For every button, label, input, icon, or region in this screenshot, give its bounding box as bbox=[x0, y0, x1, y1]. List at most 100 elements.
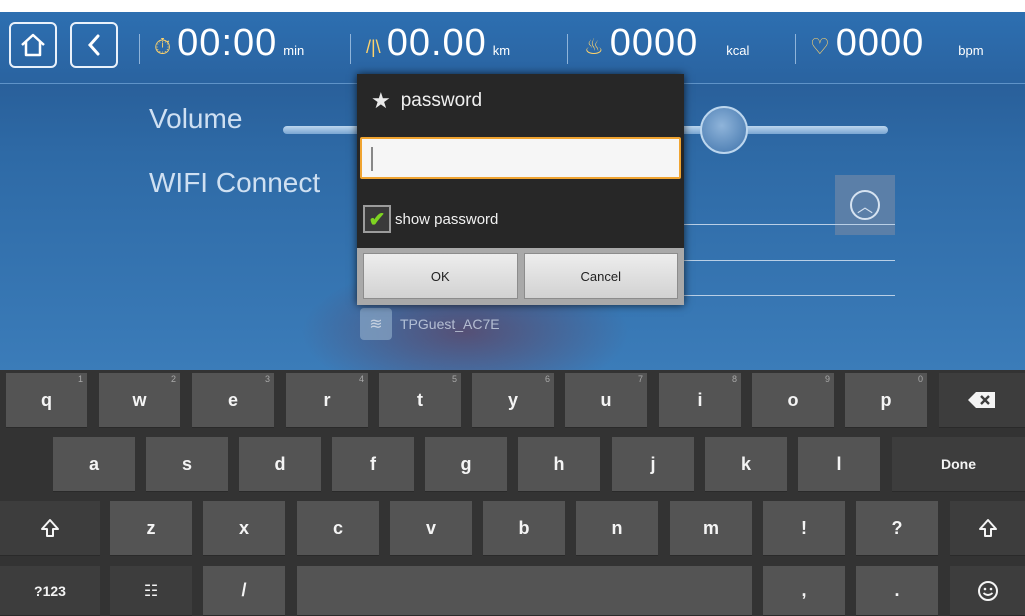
keyboard-settings-key[interactable]: ☷ bbox=[110, 566, 192, 616]
key-n[interactable]: n bbox=[576, 501, 658, 556]
calories-stat: ♨ 0000 kcal bbox=[584, 22, 749, 72]
key-d[interactable]: d bbox=[239, 437, 321, 492]
dialog-button-bar: OK Cancel bbox=[357, 248, 684, 305]
password-input[interactable] bbox=[360, 137, 681, 179]
distance-unit: km bbox=[492, 43, 511, 58]
key-b[interactable]: b bbox=[483, 501, 565, 556]
dialog-title-text: password bbox=[400, 90, 483, 111]
key-z[interactable]: z bbox=[110, 501, 192, 556]
key-hint: 9 bbox=[824, 374, 830, 384]
key-u[interactable]: u7 bbox=[565, 373, 647, 428]
key-comma[interactable]: , bbox=[763, 566, 845, 616]
key-y[interactable]: y6 bbox=[472, 373, 554, 428]
back-button[interactable] bbox=[70, 22, 118, 68]
key-v[interactable]: v bbox=[390, 501, 472, 556]
key-hint: 0 bbox=[917, 374, 923, 384]
emoji-icon bbox=[977, 580, 998, 601]
key-period[interactable]: . bbox=[856, 566, 938, 616]
key-w[interactable]: w2 bbox=[99, 373, 180, 428]
wifi-collapse-button[interactable]: ︿ bbox=[835, 175, 895, 235]
road-icon: /|\ bbox=[366, 36, 381, 57]
flame-icon: ♨ bbox=[584, 34, 604, 59]
key-o[interactable]: o9 bbox=[752, 373, 834, 428]
key-m[interactable]: m bbox=[670, 501, 752, 556]
key-k[interactable]: k bbox=[705, 437, 787, 492]
key-question[interactable]: ? bbox=[856, 501, 938, 556]
key-hint: 7 bbox=[637, 374, 643, 384]
key-hint: 8 bbox=[731, 374, 737, 384]
key-hint: 1 bbox=[77, 374, 83, 384]
time-value: 00:00 bbox=[177, 22, 278, 64]
space-key[interactable] bbox=[297, 566, 752, 616]
distance-stat: /|\ 00.00 km bbox=[366, 22, 510, 72]
divider bbox=[683, 224, 895, 225]
shift-right-key[interactable] bbox=[950, 501, 1025, 556]
home-icon bbox=[21, 33, 45, 57]
key-r[interactable]: r4 bbox=[286, 373, 368, 428]
key-label: r bbox=[323, 389, 331, 410]
key-j[interactable]: j bbox=[612, 437, 694, 492]
key-f[interactable]: f bbox=[332, 437, 414, 492]
time-stat: ⏱ 00:00 min bbox=[154, 22, 304, 72]
key-s[interactable]: s bbox=[146, 437, 228, 492]
calories-value: 0000 bbox=[609, 22, 699, 64]
volume-label: Volume bbox=[149, 103, 243, 134]
emoji-key[interactable] bbox=[950, 566, 1025, 616]
key-exclamation[interactable]: ! bbox=[763, 501, 845, 556]
on-screen-keyboard: q1 w2 e3 r4 t5 y6 u7 i8 o9 p0 a s d f g … bbox=[0, 370, 1025, 616]
symbols-key[interactable]: ?123 bbox=[0, 566, 100, 616]
heart-rate-stat: ♡ 0000 bpm bbox=[810, 22, 984, 72]
divider bbox=[139, 34, 140, 64]
key-label: o bbox=[787, 389, 799, 410]
key-l[interactable]: l bbox=[798, 437, 880, 492]
time-unit: min bbox=[283, 43, 305, 58]
divider bbox=[683, 260, 895, 261]
key-hint: 4 bbox=[358, 374, 364, 384]
cancel-button[interactable]: Cancel bbox=[523, 253, 678, 299]
key-i[interactable]: i8 bbox=[659, 373, 741, 428]
key-q[interactable]: q1 bbox=[6, 373, 87, 428]
key-e[interactable]: e3 bbox=[192, 373, 274, 428]
heart-rate-value: 0000 bbox=[835, 22, 925, 64]
shift-left-key[interactable] bbox=[0, 501, 100, 556]
key-c[interactable]: c bbox=[297, 501, 379, 556]
key-h[interactable]: h bbox=[518, 437, 600, 492]
backspace-icon bbox=[968, 392, 995, 408]
wifi-network-name: TPGuest_AC7E bbox=[400, 316, 500, 332]
wifi-network-item[interactable]: ≋ TPGuest_AC7E bbox=[360, 308, 500, 340]
key-x[interactable]: x bbox=[203, 501, 285, 556]
star-icon: ★ bbox=[371, 88, 391, 113]
key-label: t bbox=[417, 389, 423, 410]
key-label: p bbox=[880, 389, 892, 410]
key-label: w bbox=[132, 389, 147, 410]
password-dialog: ★ password ✔ show password OK Cancel bbox=[357, 74, 684, 305]
show-password-label: show password bbox=[395, 210, 499, 228]
key-g[interactable]: g bbox=[425, 437, 507, 492]
wifi-connect-label: WIFI Connect bbox=[149, 167, 321, 198]
key-hint: 3 bbox=[264, 374, 270, 384]
key-p[interactable]: p0 bbox=[845, 373, 927, 428]
done-key[interactable]: Done bbox=[892, 437, 1025, 492]
divider bbox=[795, 34, 796, 64]
key-a[interactable]: a bbox=[53, 437, 135, 492]
heart-rate-unit: bpm bbox=[958, 43, 984, 58]
divider bbox=[567, 34, 568, 64]
ok-button[interactable]: OK bbox=[363, 253, 518, 299]
key-hint: 2 bbox=[170, 374, 176, 384]
key-t[interactable]: t5 bbox=[379, 373, 461, 428]
heart-rate-icon: ♡ bbox=[810, 34, 830, 59]
shift-icon bbox=[41, 519, 59, 537]
checkmark-icon: ✔ bbox=[363, 205, 391, 233]
volume-slider-thumb[interactable] bbox=[700, 106, 748, 154]
distance-value: 00.00 bbox=[386, 22, 487, 64]
shift-icon bbox=[978, 519, 997, 537]
home-button[interactable] bbox=[9, 22, 57, 68]
back-arrow-icon bbox=[87, 34, 100, 56]
text-cursor bbox=[371, 147, 373, 171]
divider bbox=[683, 295, 895, 296]
calories-unit: kcal bbox=[726, 43, 750, 58]
backspace-key[interactable] bbox=[939, 373, 1025, 428]
key-slash[interactable]: / bbox=[203, 566, 285, 616]
show-password-checkbox[interactable]: ✔ show password bbox=[363, 205, 498, 233]
key-hint: 6 bbox=[544, 374, 550, 384]
